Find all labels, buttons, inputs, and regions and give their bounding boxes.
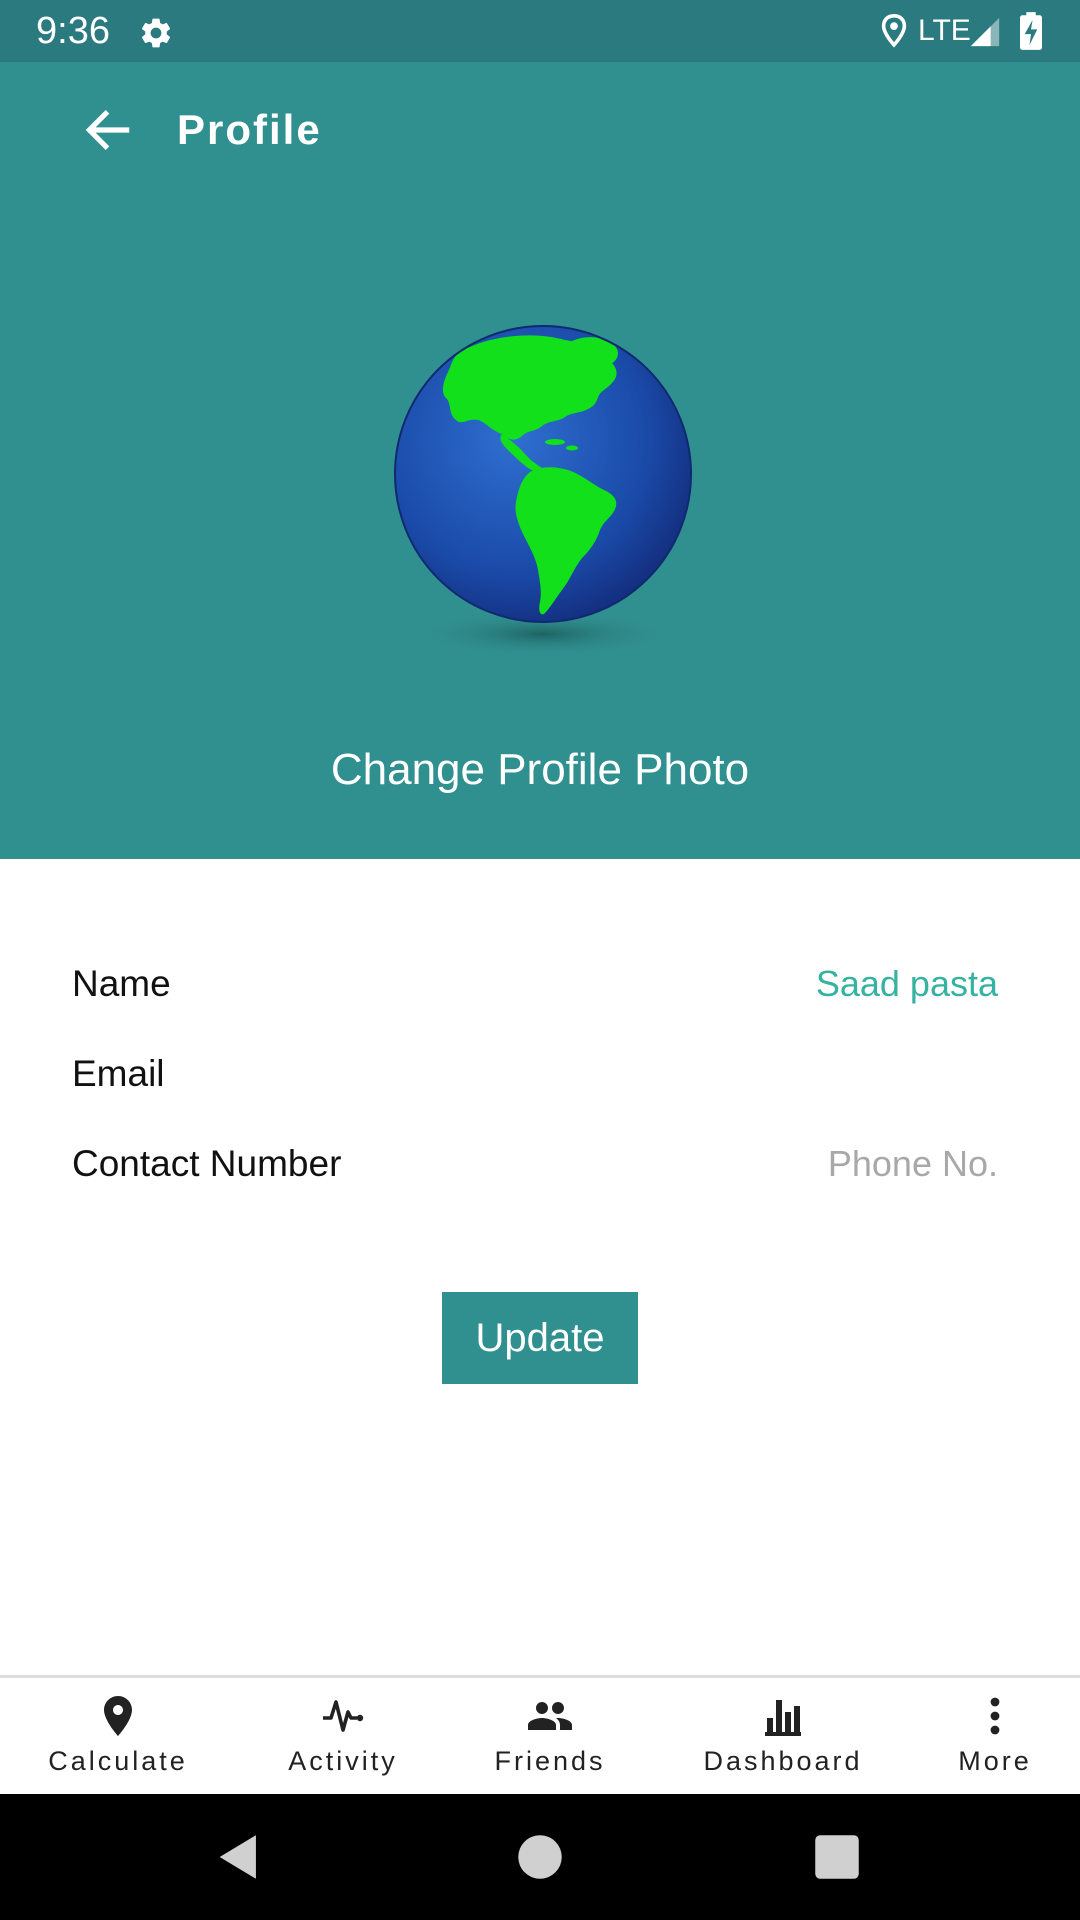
name-field[interactable]: Saad pasta bbox=[816, 954, 998, 1014]
nav-dashboard-label: Dashboard bbox=[703, 1746, 863, 1776]
nav-friends[interactable]: Friends bbox=[460, 1678, 640, 1797]
nav-more-label: More bbox=[958, 1746, 1032, 1776]
profile-avatar[interactable] bbox=[390, 322, 700, 712]
nav-calculate[interactable]: Calculate bbox=[28, 1678, 208, 1797]
bottom-navigation: Calculate Activity Friends Dashboard Mor… bbox=[0, 1675, 1080, 1797]
system-back-icon[interactable] bbox=[210, 1828, 268, 1886]
contact-number-label: Contact Number bbox=[72, 1143, 342, 1184]
update-button[interactable]: Update bbox=[442, 1292, 638, 1384]
status-time: 9:36 bbox=[36, 10, 110, 52]
battery-charging-icon bbox=[1020, 12, 1042, 50]
settings-gear-icon bbox=[141, 18, 171, 48]
back-arrow-icon[interactable] bbox=[80, 102, 136, 158]
contact-row: Contact Number Phone No. bbox=[72, 1134, 1008, 1194]
system-navigation-bar bbox=[0, 1794, 1080, 1920]
nav-friends-label: Friends bbox=[494, 1746, 606, 1776]
nav-dashboard[interactable]: Dashboard bbox=[688, 1678, 878, 1797]
system-home-icon[interactable] bbox=[511, 1828, 569, 1886]
more-vertical-icon bbox=[990, 1697, 1000, 1735]
name-label: Name bbox=[72, 963, 171, 1004]
nav-activity[interactable]: Activity bbox=[253, 1678, 433, 1797]
status-bar: 9:36 LTE bbox=[0, 0, 1080, 62]
nav-more[interactable]: More bbox=[935, 1678, 1055, 1797]
name-row: Name Saad pasta bbox=[72, 954, 1008, 1014]
globe-icon bbox=[394, 325, 692, 656]
phone-number-field[interactable]: Phone No. bbox=[828, 1134, 998, 1194]
location-icon bbox=[881, 13, 907, 48]
network-type: LTE bbox=[918, 14, 971, 47]
people-icon bbox=[528, 1702, 572, 1730]
pulse-icon bbox=[323, 1700, 364, 1732]
profile-header: Profile Change Profile Photo bbox=[0, 62, 1080, 859]
signal-icon bbox=[970, 17, 1000, 47]
nav-activity-label: Activity bbox=[288, 1746, 398, 1776]
map-pin-icon bbox=[104, 1696, 132, 1736]
system-recents-icon[interactable] bbox=[808, 1828, 866, 1886]
nav-calculate-label: Calculate bbox=[48, 1746, 188, 1776]
change-profile-photo-link[interactable]: Change Profile Photo bbox=[0, 742, 1080, 798]
email-row: Email bbox=[72, 1044, 1008, 1104]
email-label: Email bbox=[72, 1053, 165, 1094]
bar-chart-icon bbox=[765, 1700, 801, 1736]
page-title: Profile bbox=[177, 106, 322, 153]
